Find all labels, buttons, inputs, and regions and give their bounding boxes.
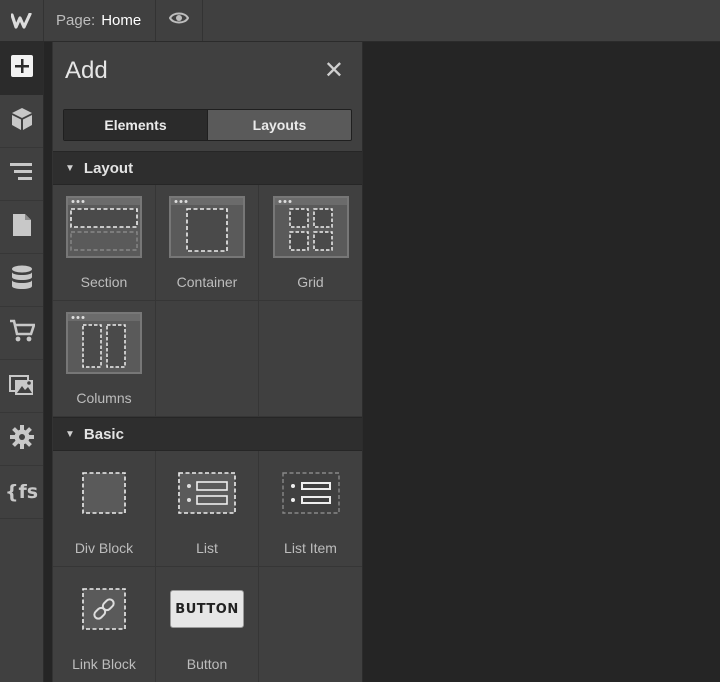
top-bar: Page: Home (0, 0, 720, 42)
element-label: List (196, 540, 218, 556)
element-button[interactable]: BUTTON Button (156, 567, 259, 682)
section-title: Basic (83, 425, 124, 443)
chevron-down-icon: ▼ (65, 162, 75, 174)
settings-gear-icon (9, 424, 34, 454)
ecommerce-button[interactable] (0, 307, 43, 360)
page-name: Home (101, 12, 142, 29)
button-element-icon: BUTTON (170, 578, 244, 640)
add-elements-button[interactable] (0, 42, 43, 95)
basic-elements-grid: Div Block List List Item Link Block BUTT… (53, 451, 362, 682)
element-label: Section (80, 274, 128, 290)
list-item-icon (281, 462, 341, 524)
empty-cell (259, 301, 362, 417)
element-label: Columns (76, 390, 132, 406)
panel-header: Add ✕ (53, 42, 362, 100)
page-label: Page: (56, 12, 96, 29)
columns-icon (66, 312, 142, 374)
element-list-item[interactable]: List Item (259, 451, 362, 567)
finsweet-extension-button[interactable]: {fs (0, 466, 43, 519)
left-toolbar: {fs (0, 42, 44, 682)
close-icon[interactable]: ✕ (324, 59, 344, 83)
section-header-layout[interactable]: ▼ Layout (53, 151, 362, 185)
element-div-block[interactable]: Div Block (53, 451, 156, 567)
ecommerce-cart-icon (9, 319, 36, 348)
element-columns[interactable]: Columns (53, 301, 156, 417)
element-label: Link Block (72, 656, 136, 672)
navigator-button[interactable] (0, 148, 43, 201)
empty-cell (156, 301, 259, 417)
chevron-down-icon: ▼ (65, 428, 75, 440)
element-label: Container (176, 274, 238, 290)
design-canvas[interactable] (363, 42, 720, 682)
element-label: Div Block (74, 540, 134, 556)
empty-cell (259, 567, 362, 682)
add-panel: Add ✕ Elements Layouts ▼ Layout Section (52, 42, 363, 682)
panel-tabs: Elements Layouts (63, 109, 352, 141)
cms-button[interactable] (0, 254, 43, 307)
layout-elements-grid: Section Container Grid Columns (53, 185, 362, 417)
page-selector[interactable]: Page: Home (44, 0, 157, 41)
section-title: Layout (83, 159, 134, 177)
cms-database-icon (11, 265, 33, 296)
element-section[interactable]: Section (53, 185, 156, 301)
grid-icon (272, 196, 349, 258)
navigator-layers-icon (9, 162, 34, 187)
webflow-logo-icon[interactable] (0, 0, 44, 41)
tab-elements[interactable]: Elements (64, 110, 207, 140)
element-list[interactable]: List (156, 451, 259, 567)
element-label: Button (186, 656, 228, 672)
finsweet-fs-icon: {fs (4, 481, 39, 503)
section-header-basic[interactable]: ▼ Basic (53, 417, 362, 451)
panel-title: Add (65, 57, 108, 84)
cube-icon (10, 107, 34, 136)
pages-icon (12, 213, 32, 242)
element-label: List Item (284, 540, 337, 556)
assets-images-icon (8, 372, 35, 401)
button-preview: BUTTON (170, 590, 244, 628)
element-container[interactable]: Container (156, 185, 259, 301)
add-plus-icon (10, 54, 33, 82)
div-block-icon (81, 462, 127, 524)
tab-layouts[interactable]: Layouts (207, 110, 351, 140)
pages-button[interactable] (0, 201, 43, 254)
settings-button[interactable] (0, 413, 43, 466)
element-grid[interactable]: Grid (259, 185, 362, 301)
element-link-block[interactable]: Link Block (53, 567, 156, 682)
section-icon (66, 196, 142, 258)
element-label: Grid (297, 274, 324, 290)
container-icon (169, 196, 245, 258)
preview-button[interactable] (156, 0, 204, 41)
assets-button[interactable] (0, 360, 43, 413)
symbols-button[interactable] (0, 95, 43, 148)
eye-icon (169, 11, 190, 30)
list-icon (177, 462, 237, 524)
link-block-icon (81, 578, 127, 640)
